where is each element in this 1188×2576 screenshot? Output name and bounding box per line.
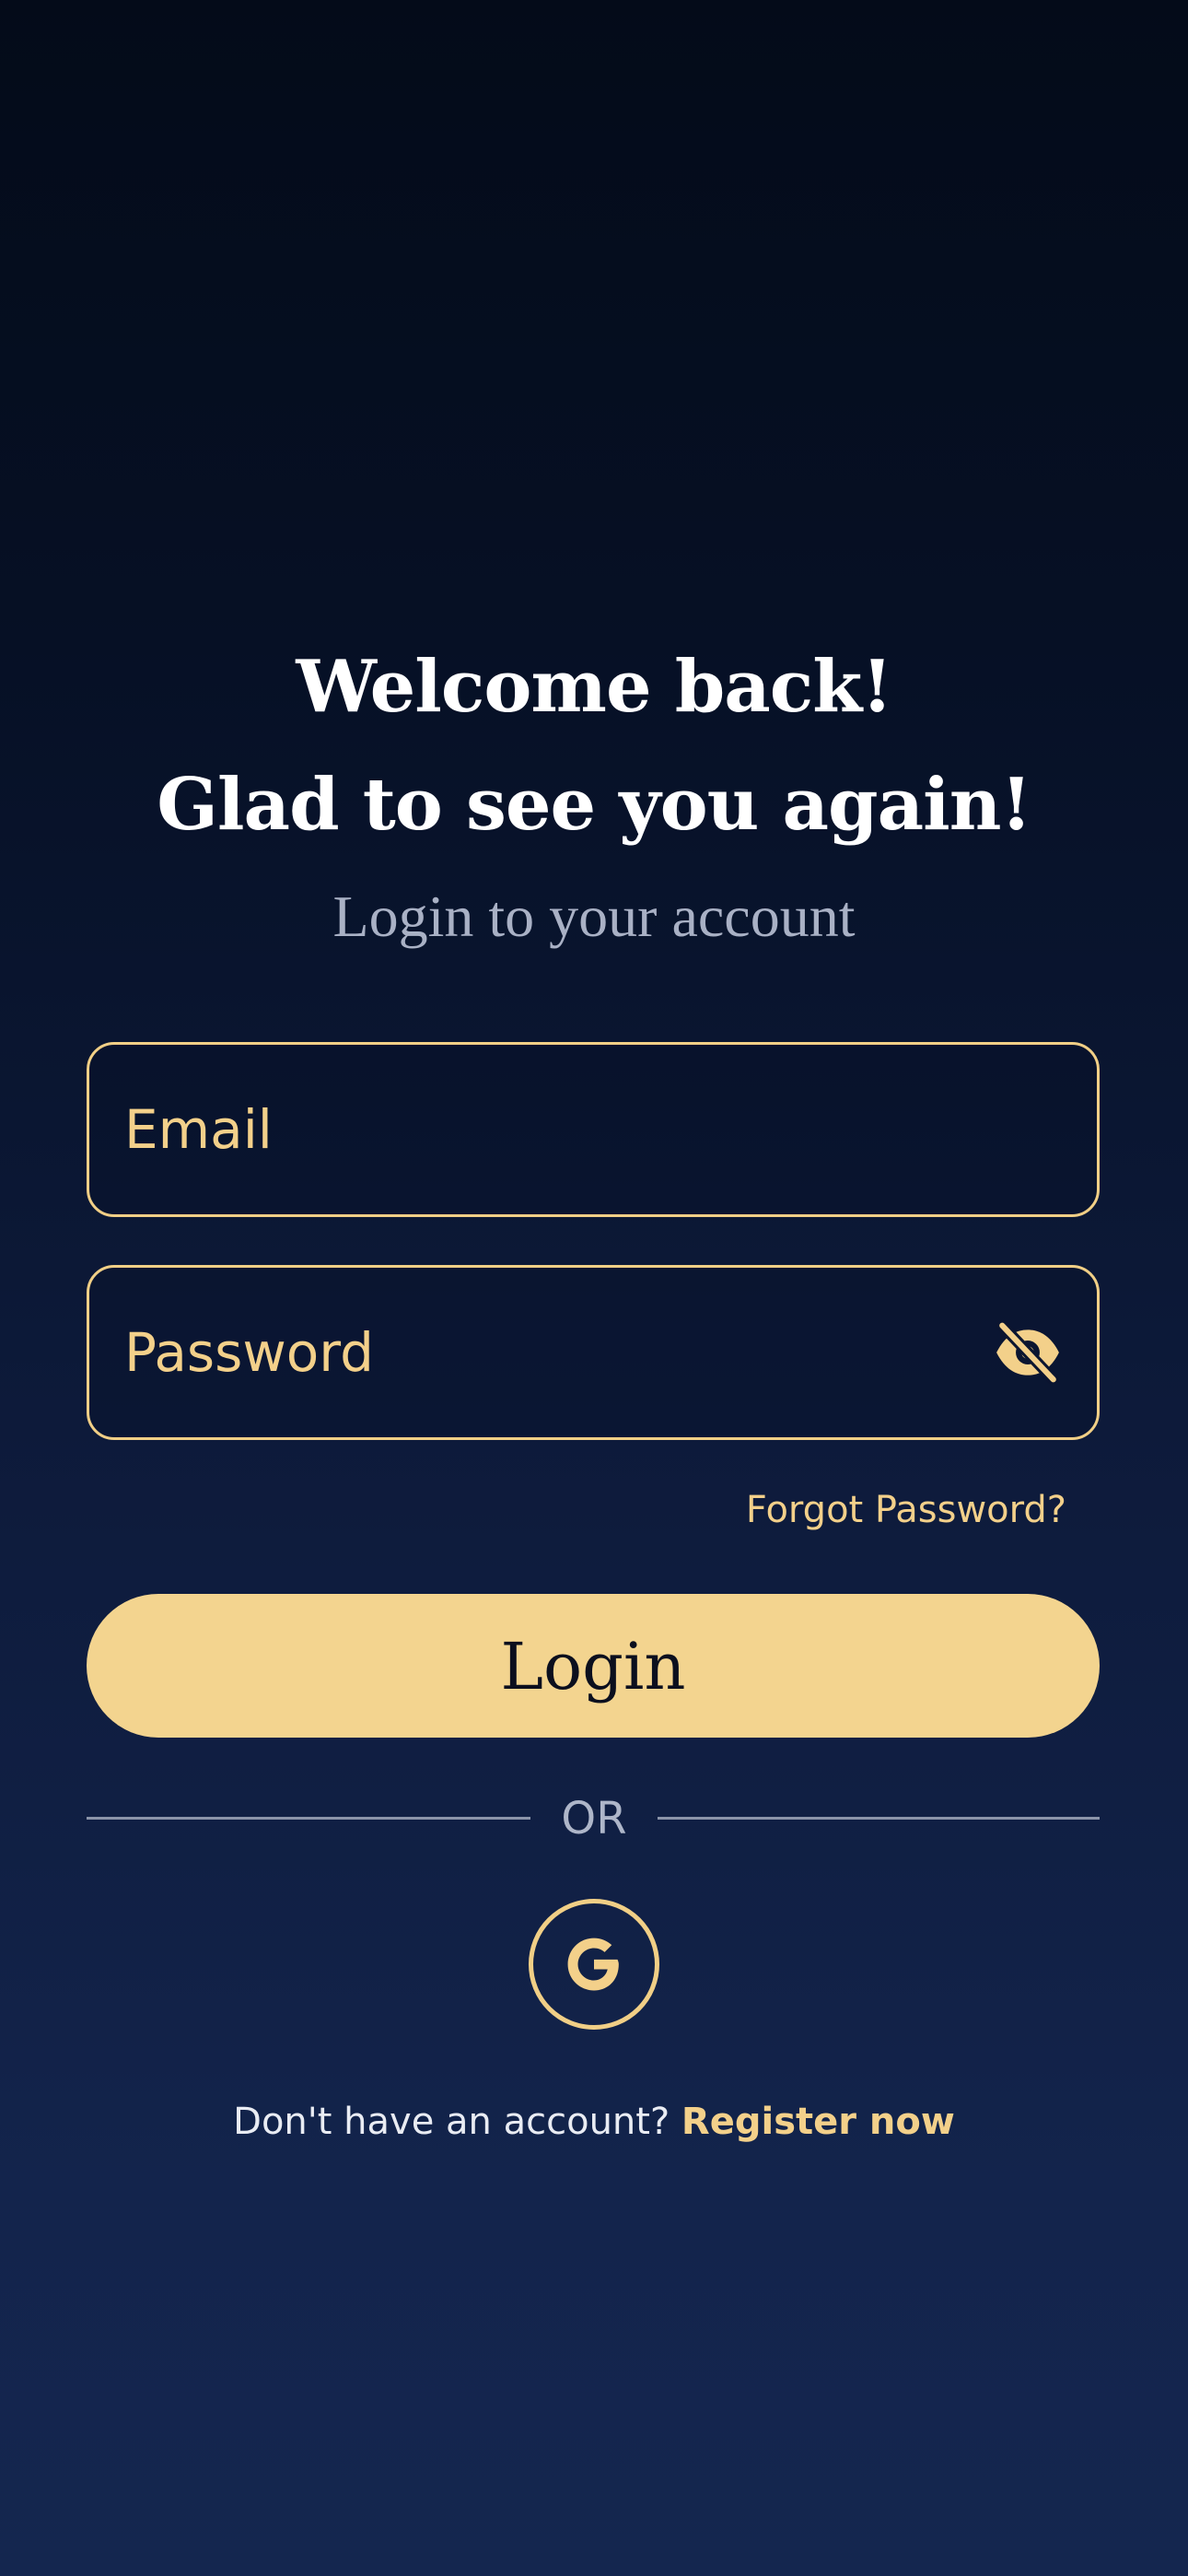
google-icon — [567, 1938, 619, 1991]
login-button[interactable]: Login — [87, 1594, 1100, 1738]
email-field-container — [87, 1042, 1100, 1217]
forgot-password-link[interactable]: Forgot Password? — [746, 1489, 1066, 1531]
login-subtitle: Login to your account — [332, 884, 856, 949]
password-field-container — [87, 1265, 1100, 1440]
register-prompt: Don't have an account? Register now — [0, 2101, 1188, 2143]
welcome-subheading: Glad to see you again! — [157, 763, 1031, 847]
password-field[interactable] — [124, 1268, 953, 1437]
email-field[interactable] — [124, 1045, 953, 1214]
eye-off-icon[interactable] — [994, 1321, 1062, 1384]
register-prompt-text: Don't have an account? — [233, 2101, 670, 2143]
divider-line-right — [658, 1817, 1100, 1820]
register-now-link[interactable]: Register now — [681, 2101, 955, 2143]
welcome-heading: Welcome back! — [296, 645, 892, 729]
divider-line-left — [87, 1817, 530, 1820]
or-divider-label: OR — [561, 1793, 627, 1844]
google-login-button[interactable] — [529, 1899, 659, 2030]
login-screen: Welcome back! Glad to see you again! Log… — [0, 0, 1188, 2576]
